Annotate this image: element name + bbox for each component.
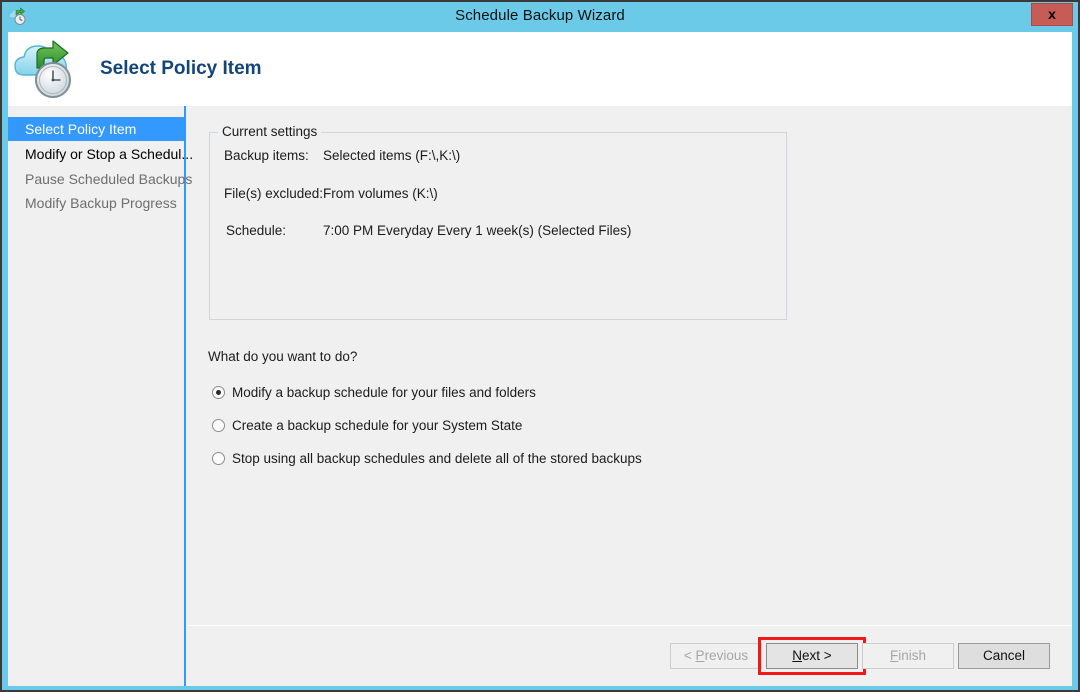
previous-button: < Previous <box>670 643 762 669</box>
title-bar: Schedule Backup Wizard x <box>2 2 1078 30</box>
files-excluded-value: From volumes (K:\) <box>323 186 438 201</box>
previous-prefix: < <box>683 648 696 663</box>
schedule-value: 7:00 PM Everyday Every 1 week(s) (Select… <box>323 223 632 238</box>
previous-mnemonic: P <box>695 648 705 663</box>
schedule-label: Schedule: <box>226 223 287 238</box>
cancel-button[interactable]: Cancel <box>958 643 1050 669</box>
wizard-header: Select Policy Item <box>8 32 1072 106</box>
content-pane: Current settings Backup items: Selected … <box>188 106 1072 686</box>
finish-button: Finish <box>862 643 954 669</box>
finish-mnemonic: F <box>889 648 899 663</box>
sidebar-item-select-policy-item[interactable]: Select Policy Item <box>8 117 186 141</box>
backup-items-value: Selected items (F:\,K:\) <box>323 148 461 163</box>
window-title: Schedule Backup Wizard <box>455 7 625 24</box>
files-excluded-label: File(s) excluded: <box>224 186 324 201</box>
current-settings-legend: Current settings <box>218 124 322 139</box>
dialog-body: Select Policy Item Modify or Stop a Sche… <box>8 106 1072 686</box>
sidebar-item-modify-backup-progress: Modify Backup Progress <box>25 195 177 211</box>
backup-items-label: Backup items: <box>224 148 309 163</box>
radio-button-icon[interactable] <box>212 419 225 432</box>
wizard-step-sidebar: Select Policy Item Modify or Stop a Sche… <box>8 106 193 686</box>
sidebar-item-pause-scheduled-backups: Pause Scheduled Backups <box>25 171 193 187</box>
finish-suffix: inish <box>898 648 926 663</box>
radio-label: Create a backup schedule for your System… <box>232 418 523 433</box>
sidebar-item-modify-or-stop-a-schedule[interactable]: Modify or Stop a Schedul... <box>8 142 193 166</box>
page-title: Select Policy Item <box>100 58 262 79</box>
radio-button-icon[interactable] <box>212 452 225 465</box>
radio-label: Modify a backup schedule for your files … <box>232 385 536 400</box>
radio-label: Stop using all backup schedules and dele… <box>232 451 642 466</box>
radio-button-icon[interactable] <box>212 386 225 399</box>
next-mnemonic: N <box>792 648 803 663</box>
previous-suffix: revious <box>704 648 749 663</box>
cloud-upload-clock-icon <box>12 35 84 101</box>
next-button[interactable]: Next > <box>766 643 858 669</box>
dialog-footer: < Previous Next > Finish Cancel <box>188 626 1072 686</box>
close-icon[interactable]: x <box>1031 3 1073 26</box>
next-suffix: ext > <box>802 648 832 663</box>
schedule-backup-wizard-window: Schedule Backup Wizard x Select Policy I… <box>0 0 1080 692</box>
question-label: What do you want to do? <box>208 349 358 364</box>
